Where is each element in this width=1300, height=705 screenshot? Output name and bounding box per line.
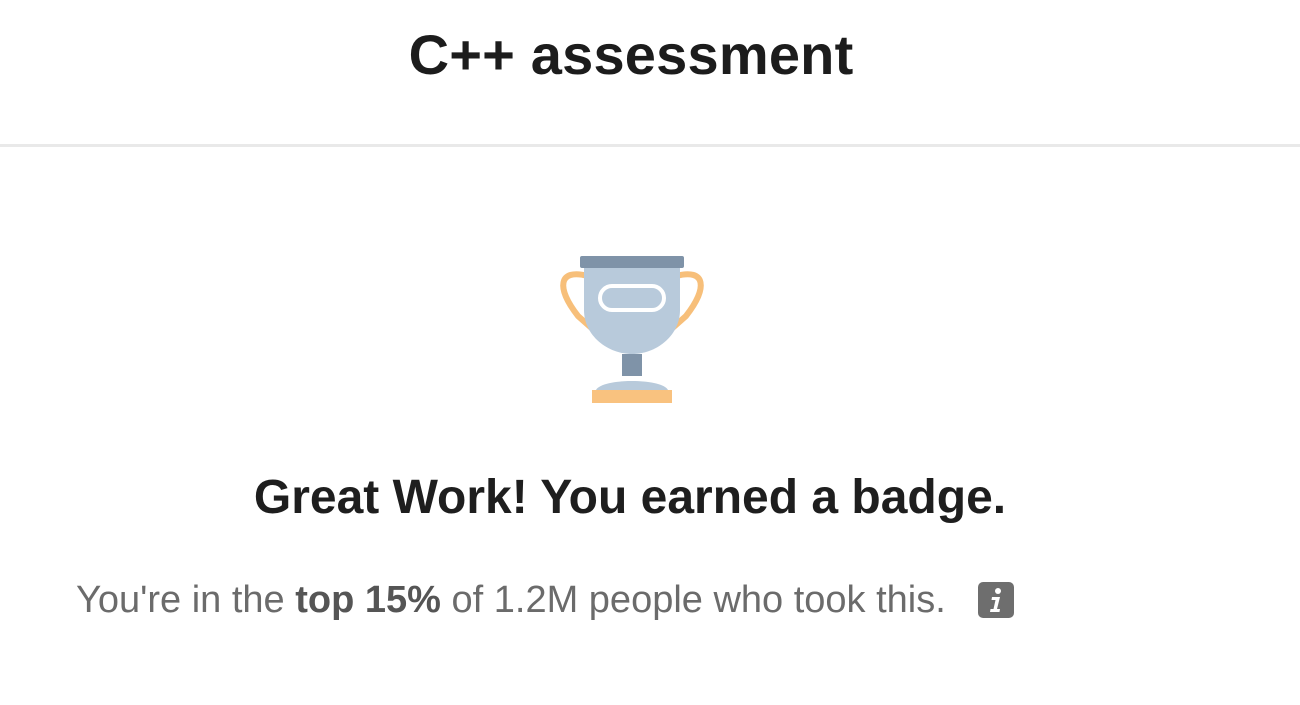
summary-suffix: of 1.2M people who took this.	[440, 578, 946, 621]
result-headline: Great Work! You earned a badge.	[253, 471, 1007, 524]
trophy-icon	[560, 256, 704, 403]
header: C++ assessment	[0, 0, 1300, 147]
summary-prefix: You're in the	[76, 578, 296, 621]
result-summary: You're in the top 15% of 1.2M people who…	[76, 576, 1014, 624]
assessment-result-page: C++ assessment Great Work! You earned a …	[0, 0, 1300, 705]
summary-highlight: top 15%	[295, 578, 441, 621]
page-title: C++ assessment	[408, 23, 854, 86]
info-icon[interactable]	[977, 582, 1014, 618]
